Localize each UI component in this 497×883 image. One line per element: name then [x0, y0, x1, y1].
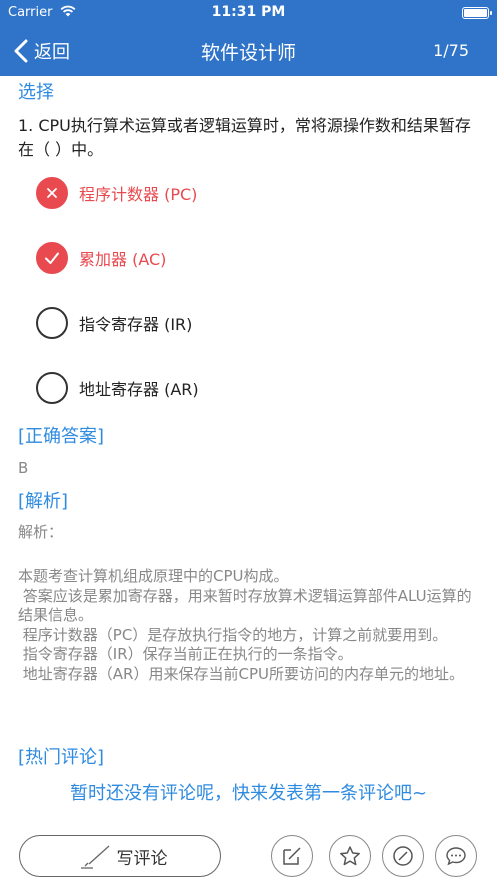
question-counter: 1/75: [433, 41, 469, 60]
status-bar: Carrier 11:31 PM: [0, 0, 497, 26]
option-a[interactable]: 程序计数器 (PC): [36, 177, 197, 209]
question-type-label: 选择: [18, 82, 54, 103]
chat-icon: [446, 847, 466, 866]
option-b-label: 累加器 (AC): [79, 250, 167, 269]
option-d[interactable]: 地址寄存器 (AR): [36, 372, 199, 404]
edit-button[interactable]: [271, 835, 313, 877]
favorite-button[interactable]: [329, 835, 371, 877]
analysis-intro: 解析：: [18, 523, 64, 541]
option-a-label: 程序计数器 (PC): [79, 185, 198, 204]
page-title: 软件设计师: [200, 42, 296, 64]
analysis-body: 本题考查计算机组成原理中的CPU构成。 答案应该是累加寄存器，用来暂时存放算术逻…: [18, 567, 472, 683]
option-d-label: 地址寄存器 (AR): [79, 380, 199, 399]
no-comments-message: 暂时还没有评论呢，快来发表第一条评论吧~: [69, 783, 428, 804]
star-icon: [340, 846, 360, 866]
option-c-marker: [36, 307, 68, 339]
option-d-marker: [36, 372, 68, 404]
comment-button[interactable]: [435, 835, 477, 877]
check-icon: [45, 252, 59, 264]
navigation-bar: 返回 软件设计师 1/75: [0, 26, 497, 76]
option-b-marker: [36, 242, 68, 274]
edit-icon: [283, 847, 301, 865]
write-comment-label: 写评论: [116, 848, 168, 869]
option-a-marker: [36, 177, 68, 209]
cross-icon: [47, 188, 57, 198]
pencil-icon: [80, 845, 109, 869]
option-c[interactable]: 指令寄存器 (IR): [36, 307, 192, 339]
option-c-label: 指令寄存器 (IR): [79, 315, 193, 334]
analysis-heading: [解析]: [18, 491, 69, 512]
correct-answer-value: B: [18, 459, 29, 477]
clock: 11:31 PM: [211, 4, 286, 20]
question-text: 1. CPU执行算术运算或者逻辑运算时，常将源操作数和结果暂存在（ ）中。: [18, 116, 471, 159]
bottom-toolbar: 写评论: [0, 826, 497, 883]
write-comment-button[interactable]: 写评论: [19, 835, 221, 877]
option-b[interactable]: 累加器 (AC): [36, 242, 166, 274]
explore-button[interactable]: [382, 835, 424, 877]
battery-icon: [462, 7, 492, 19]
correct-answer-heading: [正确答案]: [18, 426, 105, 447]
comments-heading: [热门评论]: [18, 747, 105, 768]
compass-icon: [393, 846, 413, 866]
